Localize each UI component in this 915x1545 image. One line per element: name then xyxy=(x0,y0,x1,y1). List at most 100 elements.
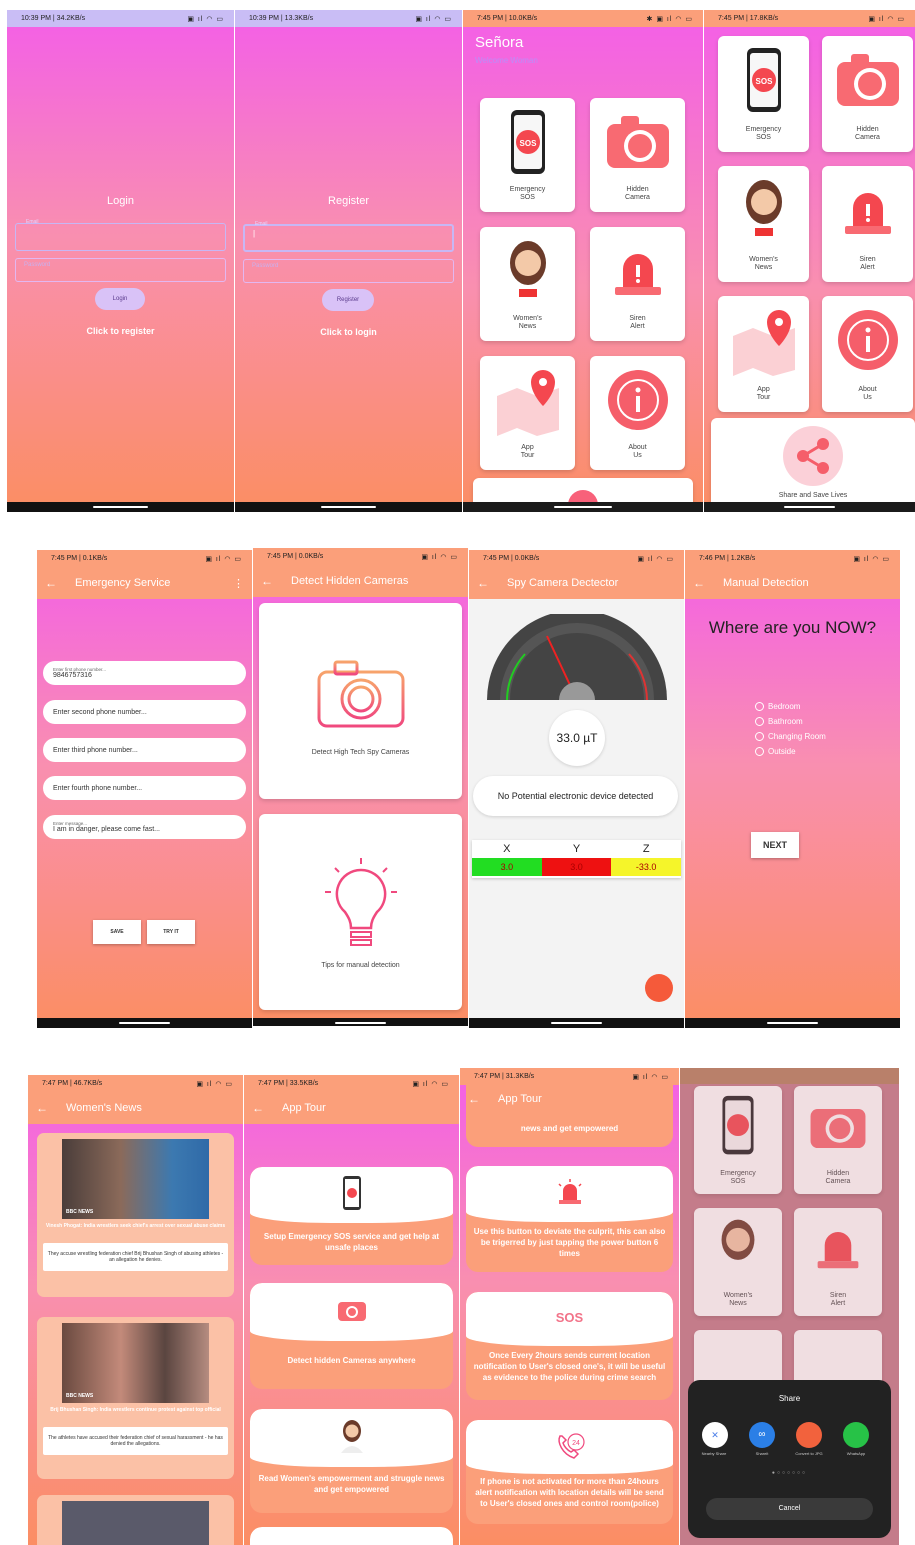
radio-changing-room[interactable]: Changing Room xyxy=(755,732,826,741)
tile-label-line1: Hidden xyxy=(856,126,879,133)
password-placeholder: Password xyxy=(24,262,51,268)
back-arrow-icon[interactable]: ← xyxy=(468,1092,488,1106)
back-arrow-icon[interactable]: ← xyxy=(261,574,281,588)
tour-card-inactivity[interactable]: 24 If phone is not activated for more th… xyxy=(466,1420,673,1524)
radio-label: Outside xyxy=(768,747,796,756)
tile-womens-news[interactable]: Women's News xyxy=(480,227,575,341)
screen-title: Emergency Service xyxy=(75,577,171,589)
tile-app-tour[interactable]: App Tour xyxy=(480,356,575,470)
register-link[interactable]: Click to register xyxy=(7,326,234,336)
radio-bathroom[interactable]: Bathroom xyxy=(755,717,826,726)
back-arrow-icon[interactable]: ← xyxy=(45,576,65,590)
tile-hidden-camera[interactable]: Hidden Camera xyxy=(590,98,685,212)
tile-womens-news[interactable]: Women's News xyxy=(718,166,809,282)
womens-news-screen: 7:47 PM | 46.7KB/s ▣ ıl ◠ ▭ ← Women's News… xyxy=(28,1075,243,1545)
tile-label-line1: Emergency xyxy=(720,1170,756,1177)
tour-card-sos[interactable]: Setup Emergency SOS service and get help… xyxy=(250,1167,453,1265)
tile-label: Hidden Camera xyxy=(794,1170,882,1186)
z-header: Z xyxy=(642,843,650,855)
second-phone-input[interactable]: Enter second phone number... xyxy=(43,700,246,724)
bbc-logo: BBC NEWS xyxy=(66,1209,94,1215)
save-button[interactable]: SAVE xyxy=(93,920,141,944)
message-input[interactable]: Enter message... I am in danger, please c… xyxy=(43,815,246,839)
back-arrow-icon[interactable]: ← xyxy=(477,576,497,590)
cancel-button[interactable]: Cancel xyxy=(706,1498,873,1520)
24h-text: 24 xyxy=(572,1440,580,1447)
login-link[interactable]: Click to login xyxy=(235,327,462,337)
radio-bedroom[interactable]: Bedroom xyxy=(755,702,826,711)
tile-emergency-sos[interactable]: SOS Emergency SOS xyxy=(718,36,809,152)
spy-detector-screen: 7:45 PM | 0.0KB/s ▣ ıl ◠ ▭ ← Spy Camera De… xyxy=(469,550,684,1028)
login-screen: 10:39 PM | 34.2KB/s ▣ ıl ◠ ▭ Login Email … xyxy=(7,10,234,512)
convert-jpg-icon[interactable] xyxy=(796,1422,822,1448)
tile-label: About Us xyxy=(822,386,913,402)
tour-card-siren[interactable]: Use this button to deviate the culprit, … xyxy=(466,1166,673,1272)
first-phone-input[interactable]: Enter first phone number... 9846757316 xyxy=(43,661,246,685)
first-phone-value: 9846757316 xyxy=(53,672,92,679)
tour-card-location[interactable]: SOS Once Every 2hours sends current loca… xyxy=(466,1292,673,1400)
emergency-screen: 7:45 PM | 0.1KB/s ▣ ıl ◠ ▭ ← Emergency Ser… xyxy=(37,550,252,1028)
status-icons: ▣ ıl ◠ ▭ xyxy=(632,1074,669,1081)
tile-siren-alert: Siren Alert xyxy=(794,1208,882,1316)
next-button[interactable]: NEXT xyxy=(751,832,799,858)
password-field[interactable]: Password xyxy=(15,258,226,282)
tile-about-us[interactable]: About Us xyxy=(822,296,913,412)
tile-label-line2: News xyxy=(729,1300,747,1307)
third-phone-input[interactable]: Enter third phone number... xyxy=(43,738,246,762)
screen-title: App Tour xyxy=(498,1093,542,1105)
status-bar: 10:39 PM | 34.2KB/s ▣ ıl ◠ ▭ xyxy=(7,10,234,27)
nearby-share-icon[interactable]: ✕ xyxy=(702,1422,728,1448)
tile-hidden-camera[interactable]: Hidden Camera xyxy=(822,36,913,152)
try-it-button[interactable]: TRY IT xyxy=(147,920,195,944)
news-card[interactable]: BBC NEWS Vinesh Phogat: India wrestlers … xyxy=(37,1133,234,1297)
tour-card-camera[interactable]: Detect hidden Cameras anywhere xyxy=(250,1283,453,1389)
shareit-icon[interactable]: ∞ xyxy=(749,1422,775,1448)
info-fab-icon[interactable] xyxy=(645,974,673,1002)
news-card[interactable] xyxy=(37,1495,234,1545)
email-label: Email xyxy=(255,221,268,227)
register-button[interactable]: Register xyxy=(322,289,374,311)
manual-detection-screen: 7:46 PM | 1.2KB/s ▣ ıl ◠ ▭ ← Manual Detect… xyxy=(685,550,900,1028)
back-arrow-icon[interactable]: ← xyxy=(36,1101,56,1115)
password-field[interactable]: Password xyxy=(243,259,454,283)
login-button[interactable]: Login xyxy=(95,288,145,310)
manual-tips-card[interactable]: Tips for manual detection xyxy=(259,814,462,1010)
tour-text: Setup Emergency SOS service and get help… xyxy=(263,1232,440,1252)
bbc-logo: BBC NEWS xyxy=(66,1393,94,1399)
whatsapp-icon[interactable] xyxy=(843,1422,869,1448)
share-card[interactable]: Share and Save Lives xyxy=(711,418,915,502)
camera-icon xyxy=(810,1109,866,1149)
fourth-phone-input[interactable]: Enter fourth phone number... xyxy=(43,776,246,800)
tile-emergency-sos[interactable]: SOS Emergency SOS xyxy=(480,98,575,212)
news-card[interactable]: BBC NEWS Brij Bhushan Singh: India wrest… xyxy=(37,1317,234,1479)
status-bar: 7:47 PM | 31.3KB/s ▣ ıl ◠ ▭ xyxy=(460,1068,679,1085)
tour-card-partial[interactable] xyxy=(250,1527,453,1545)
nav-bar xyxy=(7,502,234,512)
tile-siren-alert[interactable]: Siren Alert xyxy=(822,166,913,282)
tile-label-line1: About xyxy=(858,386,877,393)
status-icons: ▣ ıl ◠ ▭ xyxy=(187,16,224,23)
overflow-menu-icon[interactable]: ⋮ xyxy=(233,577,244,590)
back-arrow-icon[interactable]: ← xyxy=(252,1101,272,1115)
tile-label: Women's News xyxy=(718,256,809,272)
spy-camera-card[interactable]: Detect High Tech Spy Cameras xyxy=(259,603,462,799)
news-summary: They accuse wrestling federation chief B… xyxy=(43,1243,228,1271)
tile-label: Siren Alert xyxy=(822,256,913,272)
email-field[interactable]: Email | xyxy=(243,221,454,252)
radio-outside[interactable]: Outside xyxy=(755,747,826,756)
back-arrow-icon[interactable]: ← xyxy=(693,576,713,590)
screen-title: App Tour xyxy=(282,1102,326,1114)
tile-app-tour[interactable]: App Tour xyxy=(718,296,809,412)
app-name: Señora xyxy=(475,34,524,51)
tile-label: Hidden Camera xyxy=(822,126,913,142)
home-scrolled-screen: 7:45 PM | 17.8KB/s ▣ ıl ◠ ▭ SOS Emergency… xyxy=(704,10,915,512)
tour-card-news[interactable]: Read Women's empowerment and struggle ne… xyxy=(250,1409,453,1513)
sos-phone-icon: SOS xyxy=(510,110,545,174)
status-bar: 7:47 PM | 46.7KB/s ▣ ıl ◠ ▭ xyxy=(28,1075,243,1092)
magnetometer-gauge xyxy=(487,614,667,700)
tile-about-us[interactable]: About Us xyxy=(590,356,685,470)
status-bar: 7:45 PM | 0.1KB/s ▣ ıl ◠ ▭ xyxy=(37,550,252,567)
tile-siren-alert[interactable]: Siren Alert xyxy=(590,227,685,341)
status-icons: ▣ ıl ◠ ▭ xyxy=(421,554,458,561)
email-field[interactable]: Email xyxy=(15,219,226,251)
